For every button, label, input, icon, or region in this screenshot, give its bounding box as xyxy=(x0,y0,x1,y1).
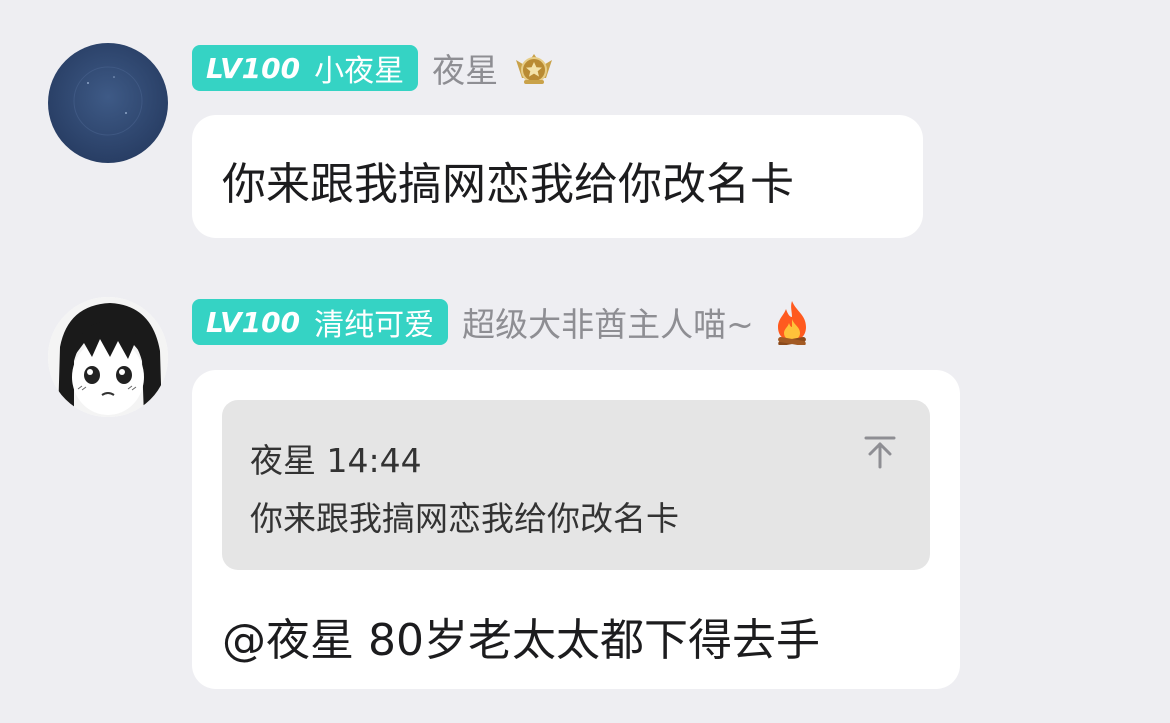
message-header: LV100 清纯可爱 超级大非酋主人喵~ xyxy=(192,298,812,346)
quote-author: 夜星 xyxy=(250,441,316,480)
avatar[interactable] xyxy=(48,297,168,417)
jump-to-original-icon[interactable] xyxy=(862,434,898,470)
sender-nickname[interactable]: 超级大非酋主人喵~ xyxy=(462,298,754,346)
night-sky-avatar-image xyxy=(48,43,168,163)
message-text: 你来跟我搞网恋我给你改名卡 xyxy=(222,159,794,210)
sender-nickname[interactable]: 夜星 xyxy=(432,44,498,92)
quote-time: 14:44 xyxy=(326,441,422,480)
quote-meta: 夜星 14:44 xyxy=(250,434,422,482)
level-badge: LV100 清纯可爱 xyxy=(192,299,449,345)
medal-icon xyxy=(516,54,553,84)
anime-girl-avatar-image xyxy=(48,297,168,417)
level-label: LV100 xyxy=(206,51,301,85)
avatar[interactable] xyxy=(48,43,168,163)
message-text: @夜星 80岁老太太都下得去手 xyxy=(222,615,820,666)
message-header: LV100 小夜星 夜星 xyxy=(192,44,556,92)
quote-text: 你来跟我搞网恋我给你改名卡 xyxy=(250,499,679,538)
level-label: LV100 xyxy=(206,305,301,339)
member-title: 小夜星 xyxy=(314,54,405,89)
message-bubble[interactable]: 夜星 14:44 你来跟我搞网恋我给你改名卡 @夜星 80岁老太太都下得去手 xyxy=(192,370,960,689)
quoted-message[interactable]: 夜星 14:44 你来跟我搞网恋我给你改名卡 xyxy=(222,400,930,570)
fire-icon xyxy=(777,301,806,345)
message-bubble[interactable]: 你来跟我搞网恋我给你改名卡 xyxy=(192,115,923,238)
level-badge: LV100 小夜星 xyxy=(192,45,419,91)
member-title: 清纯可爱 xyxy=(314,308,435,343)
